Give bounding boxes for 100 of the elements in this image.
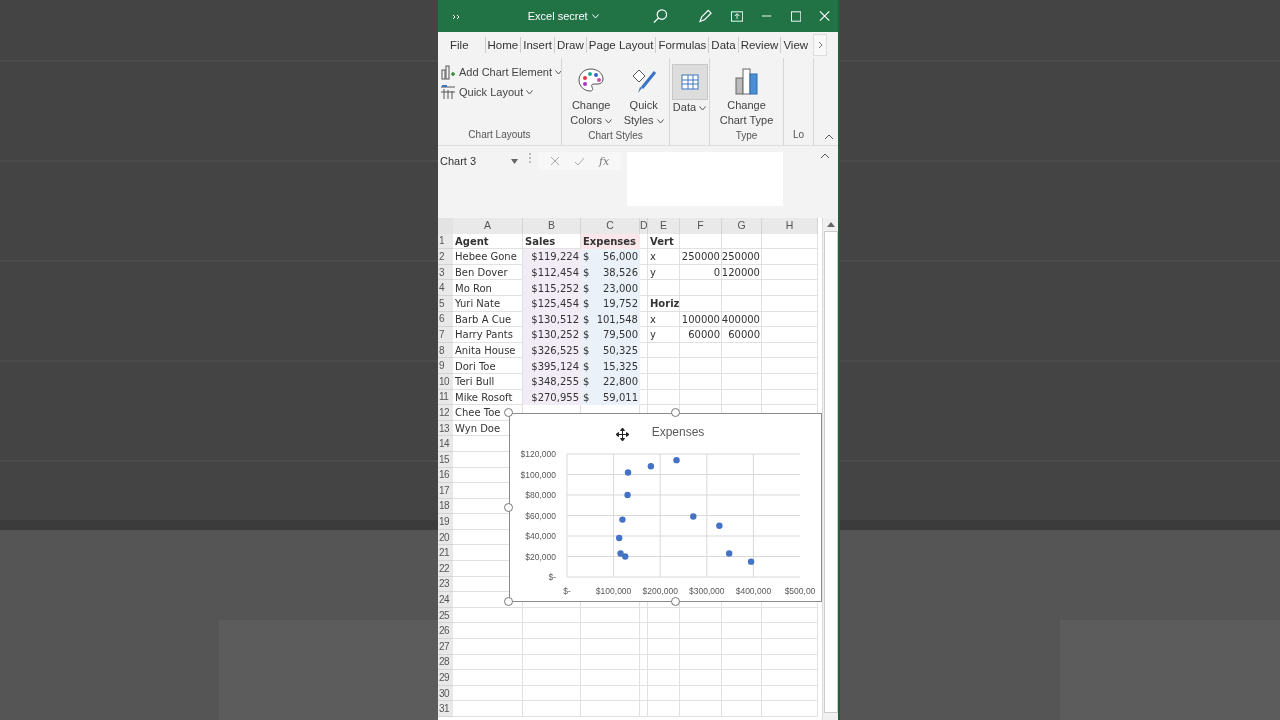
ribbon-button[interactable]: Quick Layout [440,84,534,100]
table-cell: Dori Toe [455,360,496,372]
row-header[interactable]: 22 [438,561,453,577]
collapse-icon[interactable] [820,152,830,160]
ribbon-tab[interactable]: Review [737,37,781,53]
group-label: Chart Styles [588,130,643,143]
caret-icon[interactable] [699,105,707,111]
table-cell: x [650,313,656,325]
table-cell: y [650,267,656,279]
row-header[interactable]: 14 [438,436,453,452]
chart-area[interactable]: Expenses $- $20,000 $40,000 $60,000 $80,000 $100,000 $120,000 $- $100,000 $200,000 $300,000 $400,000 $500,00 [509,413,822,602]
row-header[interactable]: 9 [438,358,453,374]
ribbon-button[interactable]: Quick Styles [620,62,667,130]
table-cell: $130,252 [523,327,581,343]
row-header[interactable]: 12 [438,405,453,421]
table-cell: Hebee Gone [455,251,517,263]
axis-label: $80,000 [525,490,556,500]
row-header[interactable]: 2 [438,249,453,265]
column-header[interactable]: H [762,218,818,234]
ribbon-button[interactable]: Data [670,62,709,145]
ribbon-tab[interactable]: Data [708,37,738,53]
row-header[interactable]: 21 [438,545,453,562]
row-header[interactable]: 26 [438,623,453,640]
collapse-icon[interactable] [824,133,834,141]
table-cell: Agent [455,235,489,247]
axis-label: $120,000 [520,449,556,459]
axis-label: $- [563,586,571,596]
column-header[interactable]: G [722,218,762,234]
move-cursor-icon [616,428,629,441]
group-label: Lo [792,129,805,142]
column-header[interactable]: E [648,218,680,234]
table-icon [678,71,701,93]
row-header[interactable]: 19 [438,514,453,530]
row-header[interactable]: 4 [438,280,453,296]
ribbon-button[interactable]: Add Chart Element [440,64,561,80]
chevron-icon[interactable] [452,14,460,20]
table-cell: Wyn Doe [455,423,501,434]
chart-title: Expenses [651,425,705,439]
resize-handle[interactable] [671,408,680,417]
row-header[interactable]: 27 [438,639,453,655]
window-title: Excel secret [527,10,588,22]
table-cell: 400000 [721,313,760,325]
maximize-icon[interactable] [790,10,801,22]
resize-handle[interactable] [504,503,513,512]
resize-handle[interactable] [671,597,680,606]
caret-icon[interactable] [605,118,613,124]
ribbon-tab[interactable]: Home [484,37,521,53]
row-header[interactable]: 31 [438,701,453,717]
check-icon[interactable] [574,156,585,166]
column-header[interactable]: F [680,218,722,234]
table-cell: Yuri Nate [455,298,501,310]
row-header[interactable]: 7 [438,327,453,343]
table-cell: Anita House [455,345,516,357]
search-icon[interactable] [653,8,669,24]
bar-chart-icon [732,66,761,96]
table-cell: Horiz [650,298,680,310]
row-header[interactable]: 29 [438,670,453,686]
group-label: Chart Layouts [468,129,531,142]
ribbon-tab[interactable]: Draw [554,37,586,53]
row-header[interactable]: 24 [438,592,453,608]
table-cell: 120000 [721,267,760,279]
table-cell: Mike Rosoft [455,391,513,403]
axis-label: $- [548,572,556,582]
caret-icon[interactable] [526,89,534,95]
table-cell: 100000 [681,313,720,325]
column-header[interactable]: B [523,218,581,234]
table-cell: 250000 [681,251,720,263]
table-cell: $ 56,000 [581,249,640,265]
pen-icon[interactable] [698,8,714,24]
column-header[interactable]: A [453,218,523,234]
resize-handle[interactable] [504,408,513,417]
table-cell: $ 79,500 [581,327,640,343]
scrollbar-thumb[interactable] [823,231,838,713]
group-label: Type [735,130,758,143]
ribbon-display-icon[interactable] [731,10,744,22]
caret-icon[interactable] [554,69,561,75]
ribbon-tab[interactable]: File [448,37,471,53]
table-cell: 60000 [688,329,720,341]
insert-function-button[interactable]: fx [599,154,610,168]
ribbon-tab[interactable]: Page Layout [585,37,656,53]
ribbon-tab[interactable]: Insert [520,37,554,53]
axis-label: $60,000 [525,510,556,521]
ribbon-button[interactable]: Change Chart Type [712,62,781,130]
close-icon[interactable] [818,10,830,22]
layout-icon [440,84,456,100]
ribbon-tab[interactable]: Formulas [655,37,709,53]
scroll-up-icon[interactable] [826,222,835,227]
ribbon-button[interactable]: Change Colors [564,62,619,130]
caret-icon[interactable] [656,118,664,124]
axis-label: $200,000 [642,586,678,596]
resize-handle[interactable] [504,597,513,606]
table-cell: Ben Dover [455,267,508,279]
axis-label: $100,000 [520,469,556,480]
axis-label: $500,00 [784,586,816,596]
axis-label: $20,000 [525,551,556,562]
row-header[interactable]: 17 [438,483,453,499]
column-header[interactable]: C [581,218,640,234]
table-cell: $115,252 [523,280,581,296]
table-cell: x [650,251,656,263]
ribbon-tab[interactable]: View [780,37,811,53]
